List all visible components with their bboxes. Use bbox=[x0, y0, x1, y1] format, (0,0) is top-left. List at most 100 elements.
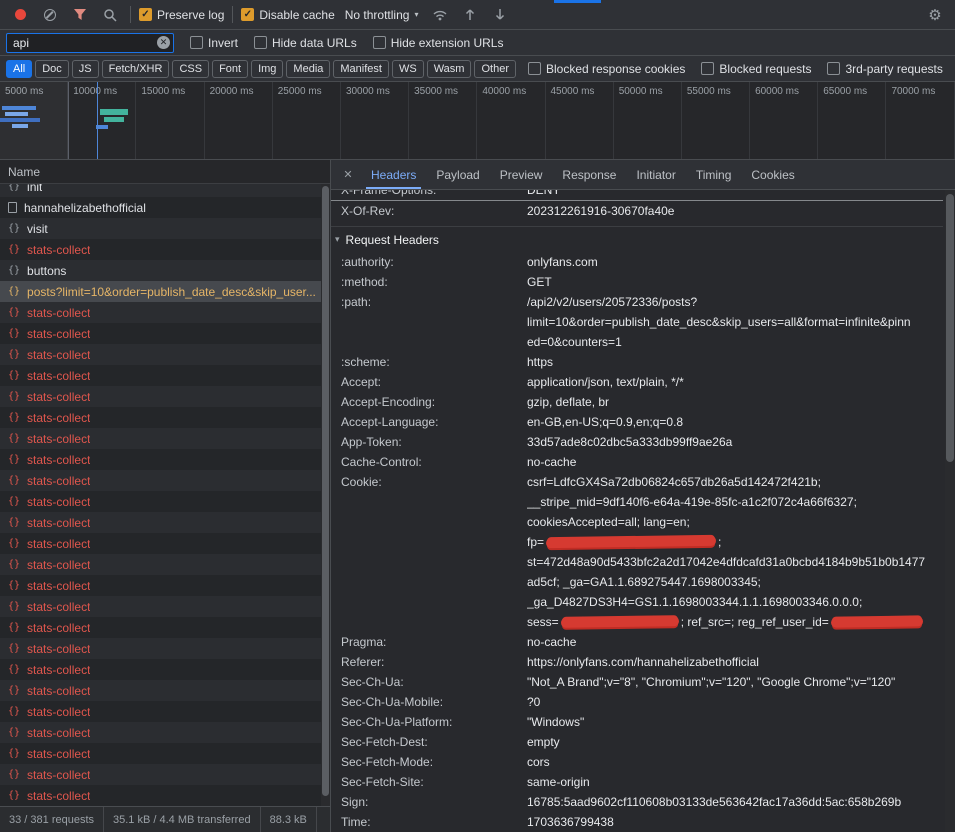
filter-toggle-button[interactable] bbox=[68, 3, 92, 27]
clear-filter-icon[interactable]: ✕ bbox=[157, 36, 170, 49]
close-icon: ✕ bbox=[343, 168, 352, 181]
type-filter-fetch-xhr[interactable]: Fetch/XHR bbox=[102, 60, 170, 78]
header-value: application/json, text/plain, */* bbox=[527, 372, 943, 392]
request-row[interactable]: {}stats-collect bbox=[0, 428, 330, 449]
preserve-log-checkbox[interactable]: ✓ Preserve log bbox=[139, 8, 224, 22]
blocked-requests-checkbox[interactable]: Blocked requests bbox=[701, 62, 811, 76]
network-filter-input[interactable] bbox=[6, 33, 174, 53]
request-row[interactable]: {}stats-collect bbox=[0, 596, 330, 617]
request-row[interactable]: {}buttons bbox=[0, 260, 330, 281]
request-row[interactable]: {}stats-collect bbox=[0, 533, 330, 554]
script-icon: {} bbox=[8, 412, 20, 423]
request-details-pane: ✕ HeadersPayloadPreviewResponseInitiator… bbox=[331, 160, 955, 832]
request-row[interactable]: {}visit bbox=[0, 218, 330, 239]
disable-cache-checkbox[interactable]: ✓ Disable cache bbox=[241, 8, 334, 22]
type-filter-manifest[interactable]: Manifest bbox=[333, 60, 389, 78]
request-row[interactable]: {}stats-collect bbox=[0, 743, 330, 764]
tab-payload[interactable]: Payload bbox=[426, 160, 489, 189]
type-filter-js[interactable]: JS bbox=[72, 60, 99, 78]
export-har-button[interactable] bbox=[488, 3, 512, 27]
header-name: Accept-Language: bbox=[331, 412, 527, 432]
request-row[interactable]: {}posts?limit=10&order=publish_date_desc… bbox=[0, 281, 330, 302]
tab-cookies[interactable]: Cookies bbox=[741, 160, 804, 189]
search-button[interactable] bbox=[98, 3, 122, 27]
request-list-scrollbar bbox=[321, 184, 330, 806]
request-name: stats-collect bbox=[27, 768, 90, 782]
tab-timing[interactable]: Timing bbox=[686, 160, 742, 189]
script-icon: {} bbox=[8, 244, 20, 255]
tab-headers[interactable]: Headers bbox=[361, 160, 426, 189]
request-row[interactable]: {}stats-collect bbox=[0, 365, 330, 386]
scrollbar-thumb[interactable] bbox=[946, 194, 954, 462]
header-value: "Not_A Brand";v="8", "Chromium";v="120",… bbox=[527, 672, 943, 692]
request-row[interactable]: {}init bbox=[0, 184, 330, 197]
request-row[interactable]: {}stats-collect bbox=[0, 617, 330, 638]
timeline-tick: 25000 ms bbox=[273, 82, 341, 159]
tab-preview[interactable]: Preview bbox=[490, 160, 553, 189]
throttling-select[interactable]: No throttling ▾ bbox=[341, 6, 423, 24]
type-filter-font[interactable]: Font bbox=[212, 60, 248, 78]
close-details-button[interactable]: ✕ bbox=[335, 160, 361, 189]
header-row: Sign:16785:5aad9602cf110608b03133de56364… bbox=[331, 792, 943, 812]
timeline-marker-line bbox=[97, 82, 98, 159]
request-row[interactable]: {}stats-collect bbox=[0, 638, 330, 659]
request-row[interactable]: {}stats-collect bbox=[0, 575, 330, 596]
type-filter-wasm[interactable]: Wasm bbox=[427, 60, 472, 78]
redacted-value bbox=[831, 616, 923, 627]
request-row[interactable]: {}stats-collect bbox=[0, 386, 330, 407]
request-row[interactable]: {}stats-collect bbox=[0, 659, 330, 680]
type-filter-ws[interactable]: WS bbox=[392, 60, 424, 78]
timeline-divider-line bbox=[68, 82, 69, 159]
scrollbar-thumb[interactable] bbox=[322, 186, 329, 796]
timeline-tick: 60000 ms bbox=[750, 82, 818, 159]
request-row[interactable]: {}stats-collect bbox=[0, 239, 330, 260]
type-filter-other[interactable]: Other bbox=[474, 60, 516, 78]
request-row[interactable]: {}stats-collect bbox=[0, 680, 330, 701]
request-row[interactable]: {}stats-collect bbox=[0, 491, 330, 512]
request-row[interactable]: {}stats-collect bbox=[0, 470, 330, 491]
checkbox-unchecked-icon bbox=[701, 62, 714, 75]
tab-response[interactable]: Response bbox=[552, 160, 626, 189]
blocked-response-cookies-checkbox[interactable]: Blocked response cookies bbox=[528, 62, 685, 76]
hide-data-urls-checkbox[interactable]: Hide data URLs bbox=[254, 36, 357, 50]
record-button[interactable] bbox=[8, 3, 32, 27]
request-row[interactable]: {}stats-collect bbox=[0, 701, 330, 722]
name-column-header[interactable]: Name bbox=[0, 160, 330, 184]
header-name: :scheme: bbox=[331, 352, 527, 372]
timeline-overview[interactable]: 5000 ms10000 ms15000 ms20000 ms25000 ms3… bbox=[0, 82, 955, 160]
import-har-button[interactable] bbox=[458, 3, 482, 27]
request-row[interactable]: {}stats-collect bbox=[0, 344, 330, 365]
tab-initiator[interactable]: Initiator bbox=[626, 160, 685, 189]
script-icon: {} bbox=[8, 727, 20, 738]
request-row[interactable]: {}stats-collect bbox=[0, 302, 330, 323]
type-filter-css[interactable]: CSS bbox=[172, 60, 209, 78]
request-row[interactable]: {}stats-collect bbox=[0, 449, 330, 470]
request-row[interactable]: {}stats-collect bbox=[0, 407, 330, 428]
request-row[interactable]: {}stats-collect bbox=[0, 323, 330, 344]
toolbar-divider bbox=[130, 6, 131, 23]
invert-checkbox[interactable]: Invert bbox=[190, 36, 238, 50]
request-row[interactable]: {}stats-collect bbox=[0, 722, 330, 743]
request-row[interactable]: {}stats-collect bbox=[0, 512, 330, 533]
settings-button[interactable]: ⚙ bbox=[923, 3, 947, 27]
request-row[interactable]: {}stats-collect bbox=[0, 764, 330, 785]
request-row[interactable]: {}stats-collect bbox=[0, 785, 330, 806]
request-headers-section[interactable]: ▾Request Headers bbox=[331, 226, 943, 252]
third-party-requests-checkbox[interactable]: 3rd-party requests bbox=[827, 62, 942, 76]
header-row: Cookie:csrf=LdfcGX4Sa72db06824c657db26a5… bbox=[331, 472, 943, 632]
clear-button[interactable] bbox=[38, 3, 62, 27]
type-filter-img[interactable]: Img bbox=[251, 60, 283, 78]
request-name: stats-collect bbox=[27, 684, 90, 698]
network-conditions-button[interactable] bbox=[428, 3, 452, 27]
type-filter-doc[interactable]: Doc bbox=[35, 60, 69, 78]
header-value-line: __stripe_mid=9df140f6-e64a-419e-85fc-a1c… bbox=[527, 492, 943, 512]
name-column-label: Name bbox=[8, 165, 40, 179]
waterfall-bar bbox=[5, 112, 28, 116]
script-icon: {} bbox=[8, 580, 20, 591]
type-filter-media[interactable]: Media bbox=[286, 60, 330, 78]
request-row[interactable]: {}stats-collect bbox=[0, 554, 330, 575]
request-row[interactable]: hannahelizabethofficial bbox=[0, 197, 330, 218]
type-filter-all[interactable]: All bbox=[6, 60, 32, 78]
hide-extension-urls-checkbox[interactable]: Hide extension URLs bbox=[373, 36, 504, 50]
header-name: Sec-Fetch-Dest: bbox=[331, 732, 527, 752]
